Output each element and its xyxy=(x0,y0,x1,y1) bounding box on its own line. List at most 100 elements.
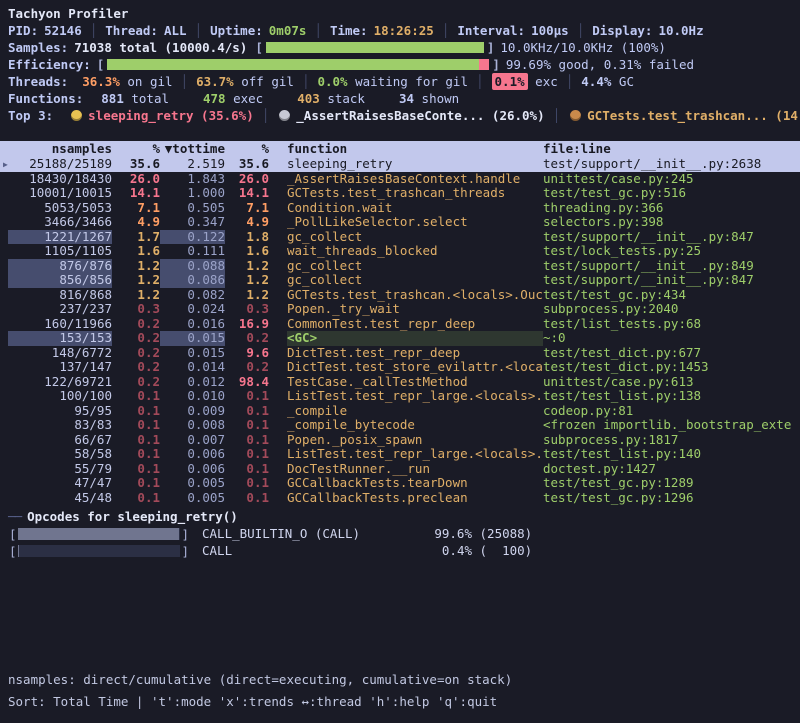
table-row[interactable]: 148/67720.20.0159.6DictTest.test_repr_de… xyxy=(0,346,800,361)
function-stat-text: exec xyxy=(226,91,264,106)
samples-bar-fill xyxy=(266,42,484,53)
top3-entry: GCTests.test_trashcan... (14.1%) xyxy=(587,107,800,124)
cell-tottime: 0.347 xyxy=(160,215,225,230)
table-row[interactable]: 18430/1843026.01.84326.0_AssertRaisesBas… xyxy=(0,172,800,187)
table-row[interactable]: 10001/1001514.11.00014.1GCTests.test_tra… xyxy=(0,186,800,201)
top3-entry: sleeping_retry (35.6%) xyxy=(88,107,254,124)
column-header-cum-pct[interactable]: % xyxy=(225,141,269,157)
table-row[interactable]: 5053/50537.10.5057.1Condition.waitthread… xyxy=(0,201,800,216)
table-row[interactable]: 47/470.10.0050.1GCCallbackTests.tearDown… xyxy=(0,476,800,491)
table-row[interactable]: 83/830.10.0080.1_compile_bytecode<frozen… xyxy=(0,418,800,433)
column-header-file-line[interactable]: file:line xyxy=(543,141,792,157)
table-row[interactable]: 25188/2518935.62.51935.6sleeping_retryte… xyxy=(0,157,800,172)
cell-cum-pct: 1.6 xyxy=(225,244,269,259)
top3-line: Top 3:sleeping_retry (35.6%)│_AssertRais… xyxy=(8,107,792,124)
table-row[interactable]: 122/697210.20.01298.4TestCase._callTestM… xyxy=(0,375,800,390)
efficiency-bar-failed xyxy=(479,59,490,70)
cell-tottime: 0.007 xyxy=(160,433,225,448)
table-row[interactable]: 1105/11051.60.1111.6wait_threads_blocked… xyxy=(0,244,800,259)
cell-nsamples: 876/876 xyxy=(8,259,112,274)
cell-spacer xyxy=(269,215,287,230)
cell-spacer xyxy=(269,172,287,187)
samples-label: Samples: xyxy=(8,39,68,56)
function-stat-value: 478 xyxy=(203,91,226,106)
opcode-pct: 0.4% xyxy=(420,542,472,559)
column-header-tottime[interactable]: ▼tottime xyxy=(160,141,225,157)
efficiency-label: Efficiency: xyxy=(8,56,91,73)
cell-tottime: 0.008 xyxy=(160,418,225,433)
separator-dashes: ── xyxy=(8,508,21,525)
table-row[interactable]: 95/950.10.0090.1_compilecodeop.py:81 xyxy=(0,404,800,419)
table-row[interactable]: 876/8761.20.0881.2gc_collecttest/support… xyxy=(0,259,800,274)
efficiency-line: Efficiency: 99.69% good, 0.31% failed xyxy=(8,56,792,73)
cell-tottime: 0.005 xyxy=(160,491,225,506)
cell-cum-pct: 16.9 xyxy=(225,317,269,332)
cell-tottime: 0.122 xyxy=(160,230,225,245)
table-row[interactable]: 816/8681.20.0821.2GCTests.test_trashcan.… xyxy=(0,288,800,303)
gold-medal-icon xyxy=(71,110,82,121)
table-row[interactable]: 237/2370.30.0240.3Popen._try_waitsubproc… xyxy=(0,302,800,317)
cell-spacer xyxy=(269,259,287,274)
table-row[interactable]: 160/119660.20.01616.9CommonTest.test_rep… xyxy=(0,317,800,332)
cell-file-line: test/support/__init__.py:847 xyxy=(543,273,792,288)
column-header-function[interactable]: function xyxy=(287,141,543,157)
separator: │ xyxy=(434,22,458,39)
opcodes-title: Opcodes for sleeping_retry() xyxy=(27,508,238,525)
table-row[interactable]: 45/480.10.0050.1GCCallbackTests.preclean… xyxy=(0,491,800,506)
cell-pct: 0.1 xyxy=(112,462,160,477)
opcode-count: (25088) xyxy=(472,525,532,542)
thread-stat-value: 63.7% xyxy=(196,73,234,90)
column-header-nsamples[interactable]: nsamples xyxy=(8,141,112,157)
function-stat: 34 shown xyxy=(399,90,459,107)
cell-spacer xyxy=(269,288,287,303)
table-row[interactable]: 3466/34664.90.3474.9_PollLikeSelector.se… xyxy=(0,215,800,230)
table-row[interactable]: 55/790.10.0060.1DocTestRunner.__rundocte… xyxy=(0,462,800,477)
cell-pct: 1.6 xyxy=(112,244,160,259)
thread-stat-value: 0.1% xyxy=(492,73,528,90)
cell-spacer xyxy=(269,360,287,375)
cell-file-line: subprocess.py:2040 xyxy=(543,302,792,317)
separator: │ xyxy=(254,107,278,124)
cell-nsamples: 66/67 xyxy=(8,433,112,448)
cell-cum-pct: 98.4 xyxy=(225,375,269,390)
cell-file-line: test/test_dict.py:1453 xyxy=(543,360,792,375)
cell-nsamples: 1105/1105 xyxy=(8,244,112,259)
table-row[interactable]: 137/1470.20.0140.2DictTest.test_store_ev… xyxy=(0,360,800,375)
cell-spacer xyxy=(269,186,287,201)
table-row[interactable]: 1221/12671.70.1221.8gc_collecttest/suppo… xyxy=(0,230,800,245)
cell-function: TestCase._callTestMethod xyxy=(287,375,543,390)
column-header-pct[interactable]: % xyxy=(112,141,160,157)
cell-spacer xyxy=(269,433,287,448)
table-row[interactable]: 66/670.10.0070.1Popen._posix_spawnsubpro… xyxy=(0,433,800,448)
cell-cum-pct: 0.1 xyxy=(225,447,269,462)
samples-meter xyxy=(255,39,494,56)
cell-cum-pct: 26.0 xyxy=(225,172,269,187)
table-row[interactable]: 100/1000.10.0100.1ListTest.test_repr_lar… xyxy=(0,389,800,404)
cell-file-line: unittest/case.py:613 xyxy=(543,375,792,390)
cell-cum-pct: 7.1 xyxy=(225,201,269,216)
opcode-row: CALL0.4% ( 100) xyxy=(8,542,792,559)
cell-cum-pct: 0.1 xyxy=(225,404,269,419)
cell-pct: 0.2 xyxy=(112,375,160,390)
cell-nsamples: 1221/1267 xyxy=(8,230,112,245)
cell-tottime: 1.843 xyxy=(160,172,225,187)
threads-label: Threads: xyxy=(8,73,68,90)
cell-tottime: 0.015 xyxy=(160,331,225,346)
separator: │ xyxy=(294,73,318,90)
cell-cum-pct: 9.6 xyxy=(225,346,269,361)
samples-bar-track xyxy=(266,42,484,53)
table-row[interactable]: 856/8561.20.0861.2gc_collecttest/support… xyxy=(0,273,800,288)
cell-cum-pct: 35.6 xyxy=(225,157,269,172)
cell-cum-pct: 0.1 xyxy=(225,433,269,448)
cell-function: DocTestRunner.__run xyxy=(287,462,543,477)
efficiency-summary: 99.69% good, 0.31% failed xyxy=(506,56,694,73)
cell-function: _AssertRaisesBaseContext.handle xyxy=(287,172,543,187)
cell-function: _compile_bytecode xyxy=(287,418,543,433)
cell-spacer xyxy=(269,273,287,288)
table-row[interactable]: 153/1530.20.0150.2<GC>~:0 xyxy=(0,331,800,346)
cell-nsamples: 45/48 xyxy=(8,491,112,506)
table-row[interactable]: 58/580.10.0060.1ListTest.test_repr_large… xyxy=(0,447,800,462)
cell-tottime: 0.012 xyxy=(160,375,225,390)
cell-cum-pct: 4.9 xyxy=(225,215,269,230)
cell-nsamples: 153/153 xyxy=(8,331,112,346)
